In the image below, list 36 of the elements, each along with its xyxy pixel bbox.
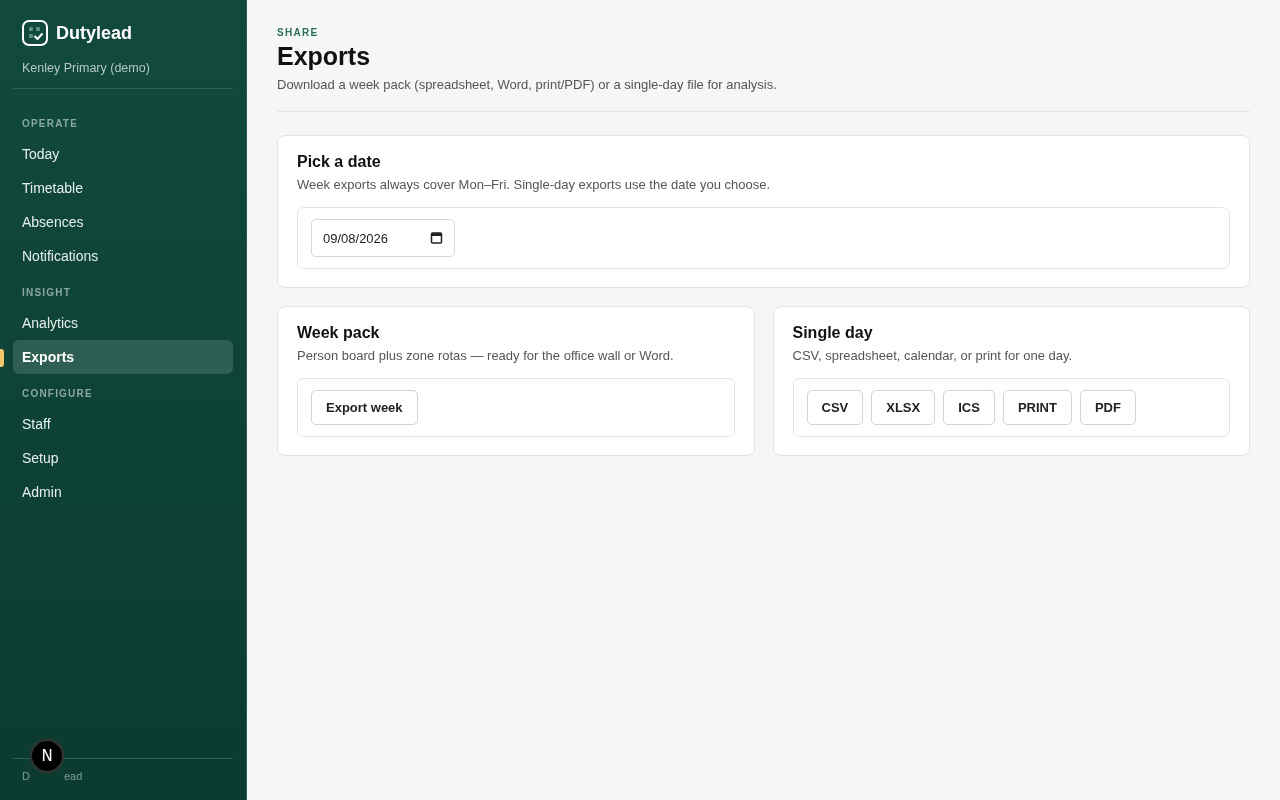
section-heading: CONFIGURE xyxy=(21,387,94,401)
export-button[interactable]: CSV xyxy=(806,390,864,425)
nav-item[interactable]: Notifications xyxy=(13,239,233,273)
avatar-button[interactable]: N xyxy=(30,739,64,773)
card-description: Week exports always cover Mon–Fri. Single-day exports use the date you choose. xyxy=(297,177,772,192)
active-indicator xyxy=(0,349,4,367)
nav-item[interactable]: Setup xyxy=(13,441,233,475)
logo-icon xyxy=(22,20,48,46)
nav-item[interactable]: Analytics xyxy=(13,306,233,340)
footer-text: ead xyxy=(63,770,83,782)
footer-text: D xyxy=(22,770,30,782)
calendar-icon xyxy=(430,231,443,244)
card-description: Person board plus zone rotas — ready for the office wall or Word. xyxy=(297,348,675,363)
export-button[interactable]: XLSX xyxy=(871,390,936,425)
export-button[interactable]: Export week xyxy=(311,390,418,425)
export-button[interactable]: ICS xyxy=(943,390,995,425)
card-title: Pick a date xyxy=(297,153,382,171)
export-button[interactable]: PDF xyxy=(1079,390,1136,425)
nav-item[interactable]: Admin xyxy=(13,475,233,509)
export-button[interactable]: PRINT xyxy=(1002,390,1072,425)
section-heading: OPERATE xyxy=(21,117,79,131)
nav-item[interactable]: Absences xyxy=(13,205,233,239)
nav-item[interactable]: Timetable xyxy=(13,171,233,205)
date-field[interactable]: 09/08/2026 xyxy=(311,219,455,257)
section-label: SHARE xyxy=(277,27,320,38)
section-heading: INSIGHT xyxy=(21,286,72,300)
nav-item[interactable]: Staff xyxy=(13,407,233,441)
card-title: Single day xyxy=(792,324,874,342)
page-title: Exports xyxy=(277,42,372,71)
brand-name: Dutylead xyxy=(56,22,133,44)
card-description: CSV, spreadsheet, calendar, or print for one day. xyxy=(792,348,1074,363)
nav-item[interactable]: Exports xyxy=(13,340,233,374)
page-subtitle: Download a week pack (spreadsheet, Word, print/PDF) or a single-day file for analysis. xyxy=(277,77,778,92)
card-title: Week pack xyxy=(297,324,381,342)
school-name: Kenley Primary (demo) xyxy=(21,60,151,77)
nav-item[interactable]: Today xyxy=(13,137,233,171)
